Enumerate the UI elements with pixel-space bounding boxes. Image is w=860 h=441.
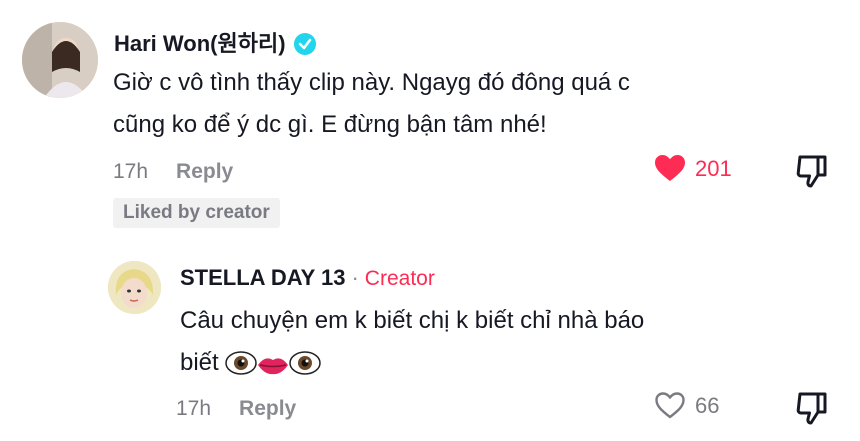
creator-label: Creator (364, 267, 435, 290)
thumbs-down-icon (796, 155, 827, 188)
liked-by-creator-badge: Liked by creator (113, 198, 280, 228)
reply-text-line2: biết (180, 342, 644, 384)
like-button[interactable]: 201 (655, 155, 732, 182)
comment-time: 17h (113, 160, 149, 183)
avatar[interactable] (22, 22, 98, 98)
eye-emoji (225, 351, 258, 375)
dislike-button[interactable] (794, 153, 830, 194)
like-button[interactable]: 66 (655, 392, 719, 419)
eye-emoji (289, 351, 322, 375)
thumbs-down-icon (796, 392, 827, 425)
reply-text: Câu chuyện em k biết chị k biết chỉ nhà … (180, 300, 644, 384)
comment-meta: 17h Reply (113, 160, 233, 184)
heart-outline-icon (655, 392, 685, 419)
like-count: 66 (695, 392, 720, 418)
heart-filled-icon (655, 155, 685, 181)
comment-text: Giờ c vô tình thấy clip này. Ngayg đó đô… (113, 69, 630, 138)
reply-button[interactable]: Reply (176, 160, 233, 183)
separator-dot: · (351, 265, 359, 290)
dislike-button[interactable] (794, 390, 830, 431)
reply-avatar[interactable] (108, 261, 161, 314)
verified-badge-icon (293, 33, 316, 55)
reply-author[interactable]: STELLA DAY 13 · Creator (180, 265, 435, 291)
comment-author[interactable]: Hari Won(원하리) (114, 26, 316, 58)
lips-emoji (258, 358, 289, 375)
reply-meta: 17h Reply (176, 397, 296, 421)
reply-button[interactable]: Reply (239, 397, 296, 420)
reply-time: 17h (176, 397, 212, 420)
like-count: 201 (695, 155, 732, 181)
